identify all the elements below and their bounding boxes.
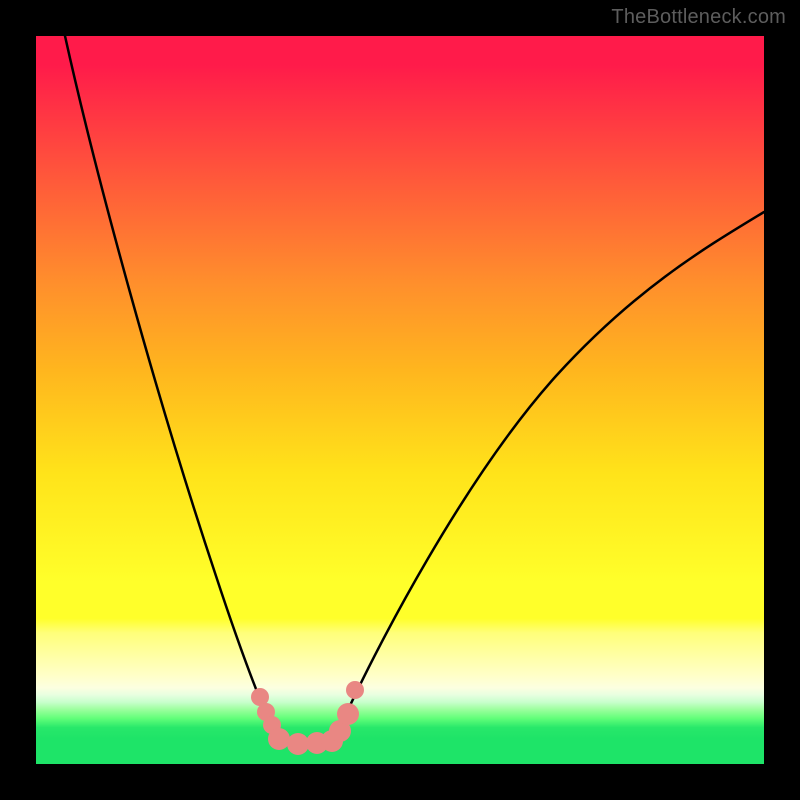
attribution-text: TheBottleneck.com [611, 6, 786, 29]
valley-marker [337, 703, 359, 725]
curve-right-branch [336, 212, 764, 736]
plot-area [36, 36, 764, 764]
chart-stage: TheBottleneck.com [0, 0, 800, 800]
bottleneck-curve [36, 36, 764, 764]
valley-marker [346, 681, 364, 699]
curve-left-branch [65, 36, 282, 740]
